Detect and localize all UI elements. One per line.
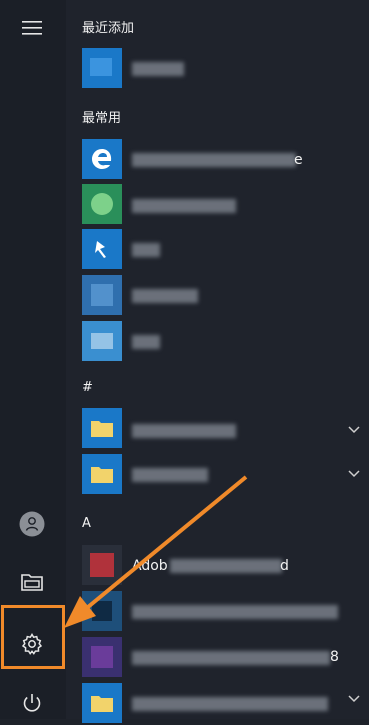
app-list: 最近添加 最常用 e # A Adob d 8 <box>66 0 369 723</box>
settings-highlight-box <box>1 605 65 669</box>
app-tile-icon <box>82 229 122 269</box>
obscured-app-label <box>132 199 236 213</box>
obscured-app-label <box>132 697 328 711</box>
obscured-app-label <box>132 153 296 167</box>
chevron-down-icon[interactable] <box>345 421 363 439</box>
user-avatar-icon <box>19 511 45 537</box>
adobe-icon <box>82 545 122 585</box>
documents-button[interactable] <box>8 560 56 604</box>
section-header-a[interactable]: A <box>82 514 91 534</box>
section-header-hash[interactable]: # <box>82 378 93 398</box>
app-tile-icon <box>82 184 122 224</box>
section-header-most-used[interactable]: 最常用 <box>82 109 121 129</box>
obscured-app-label <box>132 424 236 438</box>
obscured-app-label <box>132 605 338 619</box>
app-tile-icon <box>82 275 122 315</box>
obscured-app-label <box>132 468 208 482</box>
section-header-recent[interactable]: 最近添加 <box>82 19 134 39</box>
obscured-app-label <box>132 62 184 76</box>
app-tile-icon <box>82 48 122 88</box>
hamburger-icon <box>22 21 42 35</box>
obscured-app-label <box>132 243 160 257</box>
obscured-app-label <box>132 651 330 665</box>
folder-icon <box>21 574 43 591</box>
app-label-fragment: e <box>294 152 303 168</box>
obscured-app-label <box>170 559 282 573</box>
app-tile-icon <box>82 637 122 677</box>
chevron-down-icon[interactable] <box>345 465 363 483</box>
chevron-down-icon[interactable] <box>345 690 363 708</box>
power-icon <box>23 694 41 712</box>
folder-tile-icon <box>82 408 122 448</box>
obscured-app-label <box>132 335 160 349</box>
app-label-fragment: 8 <box>330 649 339 665</box>
folder-tile-icon <box>82 683 122 723</box>
expand-menu-button[interactable] <box>8 6 56 50</box>
obscured-app-label <box>132 289 198 303</box>
app-label-fragment: d <box>280 558 289 574</box>
folder-tile-icon <box>82 454 122 494</box>
power-button[interactable] <box>8 681 56 725</box>
app-tile-icon <box>82 321 122 361</box>
edge-icon <box>82 139 122 179</box>
app-tile-icon <box>82 591 122 631</box>
user-account-button[interactable] <box>8 502 56 546</box>
app-label-fragment: Adob <box>132 558 168 574</box>
